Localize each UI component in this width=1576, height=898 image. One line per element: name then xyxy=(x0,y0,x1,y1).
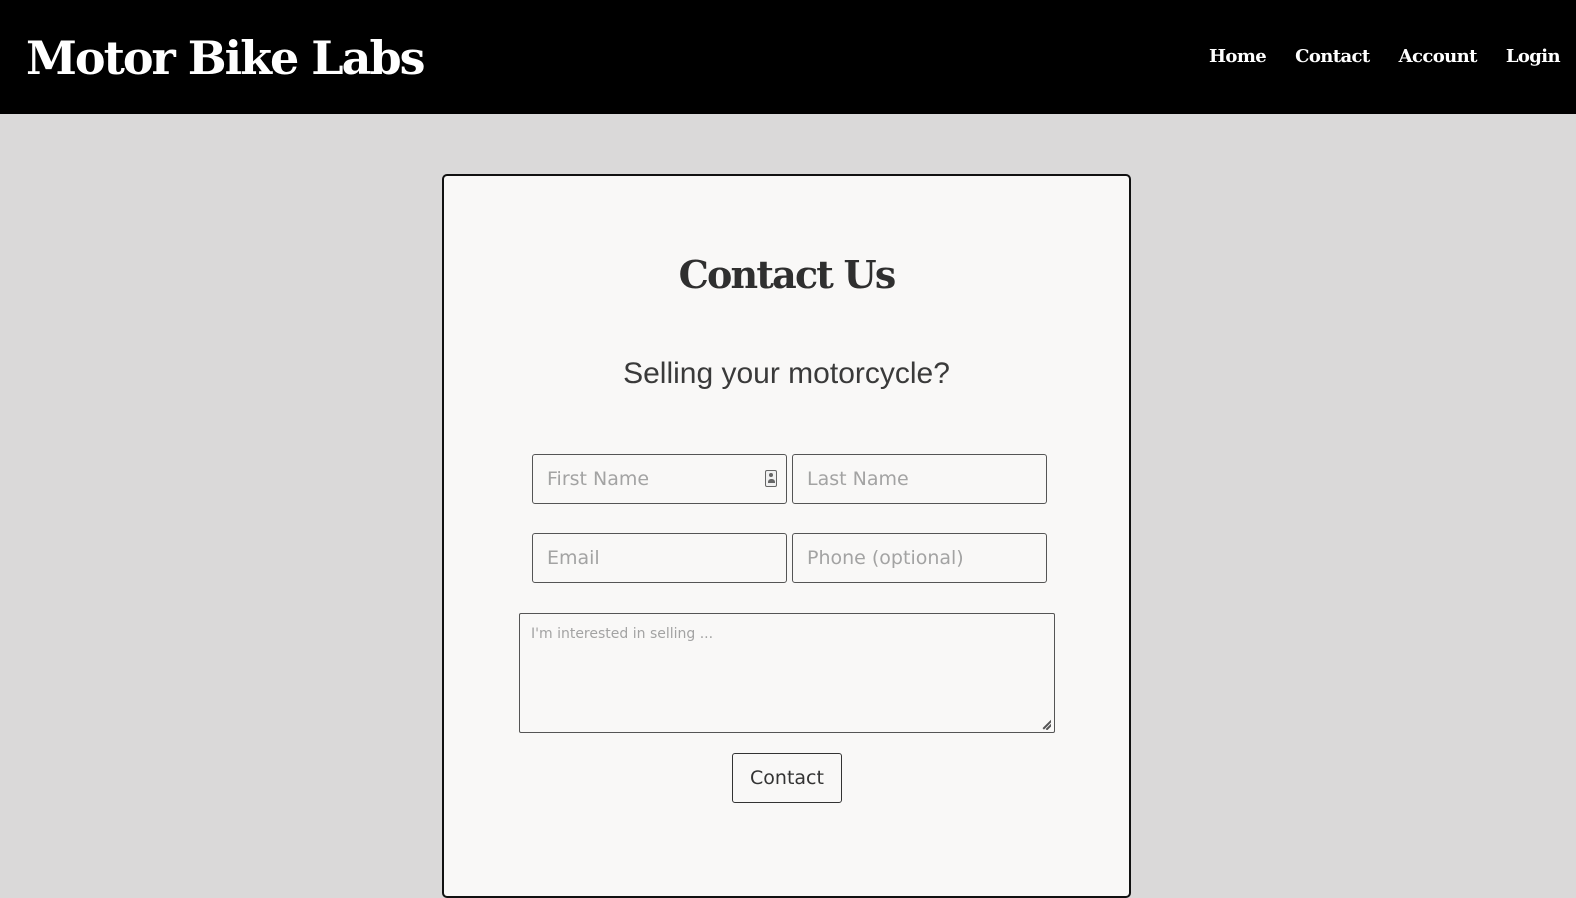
resize-handle-icon[interactable] xyxy=(1039,718,1051,730)
nav-login-link[interactable]: Login xyxy=(1506,42,1561,72)
last-name-input[interactable] xyxy=(792,454,1047,504)
brand-logo[interactable]: Motor Bike Labs xyxy=(26,28,425,88)
form-subtitle: Selling your motorcycle? xyxy=(623,357,950,390)
email-input[interactable] xyxy=(532,533,787,583)
phone-input[interactable] xyxy=(792,533,1047,583)
main-nav: Home Contact Account Login xyxy=(1209,42,1561,72)
contact-card: Contact Us Selling your motorcycle? Cont… xyxy=(442,174,1131,898)
nav-home-link[interactable]: Home xyxy=(1209,42,1267,72)
nav-contact-link[interactable]: Contact xyxy=(1295,42,1370,72)
message-textarea[interactable] xyxy=(519,613,1055,733)
first-name-input[interactable] xyxy=(532,454,787,504)
top-navbar: Motor Bike Labs Home Contact Account Log… xyxy=(0,0,1576,114)
contact-submit-button[interactable]: Contact xyxy=(732,753,842,803)
contact-card-icon[interactable] xyxy=(765,470,777,487)
nav-account-link[interactable]: Account xyxy=(1399,42,1478,72)
page-title: Contact Us xyxy=(678,252,897,297)
